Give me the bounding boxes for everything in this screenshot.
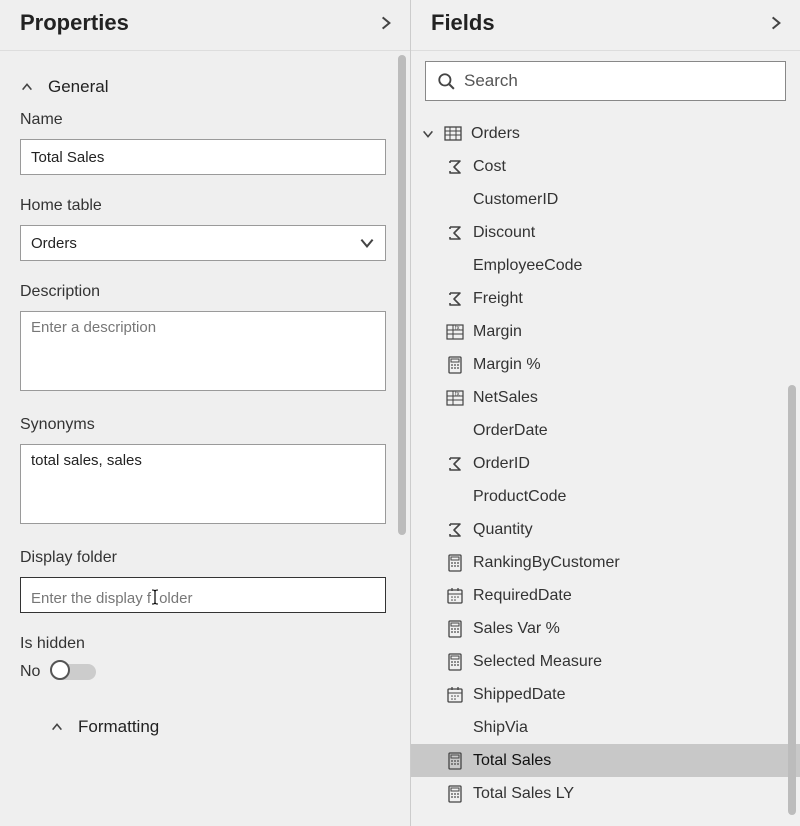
field-row[interactable]: Total Sales LY xyxy=(415,777,782,810)
properties-scrollbar[interactable] xyxy=(396,51,408,826)
calculator-icon xyxy=(445,619,465,639)
field-label: RequiredDate xyxy=(473,587,572,605)
properties-pane: Properties General Name Home table Order… xyxy=(0,0,410,826)
fields-scrollbar[interactable] xyxy=(786,105,798,826)
calculator-icon xyxy=(445,355,465,375)
calendar-icon xyxy=(445,586,465,606)
sigma-icon xyxy=(445,520,465,540)
sigma-icon xyxy=(445,454,465,474)
field-row[interactable]: RankingByCustomer xyxy=(415,546,782,579)
general-section-label: General xyxy=(48,77,108,97)
search-input[interactable]: Search xyxy=(425,61,786,101)
field-row[interactable]: Sales Var % xyxy=(415,612,782,645)
field-label: Margin % xyxy=(473,356,541,374)
calculator-icon xyxy=(445,784,465,804)
calculator-icon xyxy=(445,751,465,771)
chevron-down-icon xyxy=(357,233,377,253)
table-row[interactable]: Orders xyxy=(415,117,782,150)
display-folder-input[interactable]: Enter the display folder xyxy=(20,577,386,613)
field-row[interactable]: Quantity xyxy=(415,513,782,546)
name-input[interactable] xyxy=(20,139,386,175)
field-row[interactable]: Freight xyxy=(415,282,782,315)
field-row[interactable]: ShippedDate xyxy=(415,678,782,711)
table-name: Orders xyxy=(471,125,520,143)
field-label: Freight xyxy=(473,290,523,308)
home-table-label: Home table xyxy=(20,197,386,215)
formatting-section-header[interactable]: Formatting xyxy=(20,703,386,743)
chevron-right-icon[interactable] xyxy=(766,13,786,33)
search-placeholder: Search xyxy=(464,71,518,91)
field-label: Cost xyxy=(473,158,506,176)
field-row[interactable]: Selected Measure xyxy=(415,645,782,678)
field-row[interactable]: OrderID xyxy=(415,447,782,480)
fields-title: Fields xyxy=(431,10,495,36)
field-label: RankingByCustomer xyxy=(473,554,620,572)
properties-header: Properties xyxy=(0,0,410,51)
field-row[interactable]: Total Sales xyxy=(411,744,800,777)
fields-pane: Fields Search Orders Cost CustomerID Discou… xyxy=(410,0,800,826)
field-label: NetSales xyxy=(473,389,538,407)
measure-fx-icon xyxy=(445,322,465,342)
properties-title: Properties xyxy=(20,10,129,36)
search-icon xyxy=(436,71,456,91)
field-row[interactable]: OrderDate xyxy=(415,414,782,447)
field-label: Selected Measure xyxy=(473,653,602,671)
home-table-select[interactable]: Orders xyxy=(20,225,386,261)
field-row[interactable]: ProductCode xyxy=(415,480,782,513)
description-label: Description xyxy=(20,283,386,301)
calculator-icon xyxy=(445,553,465,573)
description-input[interactable] xyxy=(20,311,386,391)
sigma-icon xyxy=(445,223,465,243)
is-hidden-value: No xyxy=(20,663,40,681)
display-folder-label: Display folder xyxy=(20,549,386,567)
is-hidden-label: Is hidden xyxy=(20,635,386,653)
field-label: OrderDate xyxy=(473,422,548,440)
table-icon xyxy=(443,124,463,144)
field-label: Discount xyxy=(473,224,535,242)
general-section-header[interactable]: General xyxy=(20,71,386,111)
field-label: Margin xyxy=(473,323,522,341)
field-label: ShipVia xyxy=(473,719,528,737)
chevron-down-icon xyxy=(421,127,435,141)
field-row[interactable]: Cost xyxy=(415,150,782,183)
fields-header: Fields xyxy=(411,0,800,51)
field-row[interactable]: RequiredDate xyxy=(415,579,782,612)
field-row[interactable]: Discount xyxy=(415,216,782,249)
field-row[interactable]: NetSales xyxy=(415,381,782,414)
field-label: Sales Var % xyxy=(473,620,560,638)
text-cursor-icon xyxy=(149,588,161,610)
field-label: Quantity xyxy=(473,521,533,539)
sigma-icon xyxy=(445,289,465,309)
synonyms-label: Synonyms xyxy=(20,416,386,434)
field-label: CustomerID xyxy=(473,191,558,209)
display-folder-placeholder: Enter the display folder xyxy=(31,590,192,607)
formatting-section-label: Formatting xyxy=(78,717,159,737)
sigma-icon xyxy=(445,157,465,177)
field-label: OrderID xyxy=(473,455,530,473)
field-row[interactable]: Margin xyxy=(415,315,782,348)
field-row[interactable]: ShipVia xyxy=(415,711,782,744)
home-table-value: Orders xyxy=(31,235,77,252)
field-row[interactable]: CustomerID xyxy=(415,183,782,216)
field-label: EmployeeCode xyxy=(473,257,582,275)
field-label: ShippedDate xyxy=(473,686,566,704)
field-row[interactable]: EmployeeCode xyxy=(415,249,782,282)
field-label: ProductCode xyxy=(473,488,566,506)
chevron-up-icon xyxy=(50,720,64,734)
name-label: Name xyxy=(20,111,386,129)
chevron-up-icon xyxy=(20,80,34,94)
field-label: Total Sales LY xyxy=(473,785,574,803)
measure-fx-icon xyxy=(445,388,465,408)
calendar-icon xyxy=(445,685,465,705)
chevron-right-icon[interactable] xyxy=(376,13,396,33)
is-hidden-toggle[interactable] xyxy=(52,664,96,680)
calculator-icon xyxy=(445,652,465,672)
synonyms-input[interactable]: total sales, sales xyxy=(20,444,386,524)
field-label: Total Sales xyxy=(473,752,551,770)
field-row[interactable]: Margin % xyxy=(415,348,782,381)
